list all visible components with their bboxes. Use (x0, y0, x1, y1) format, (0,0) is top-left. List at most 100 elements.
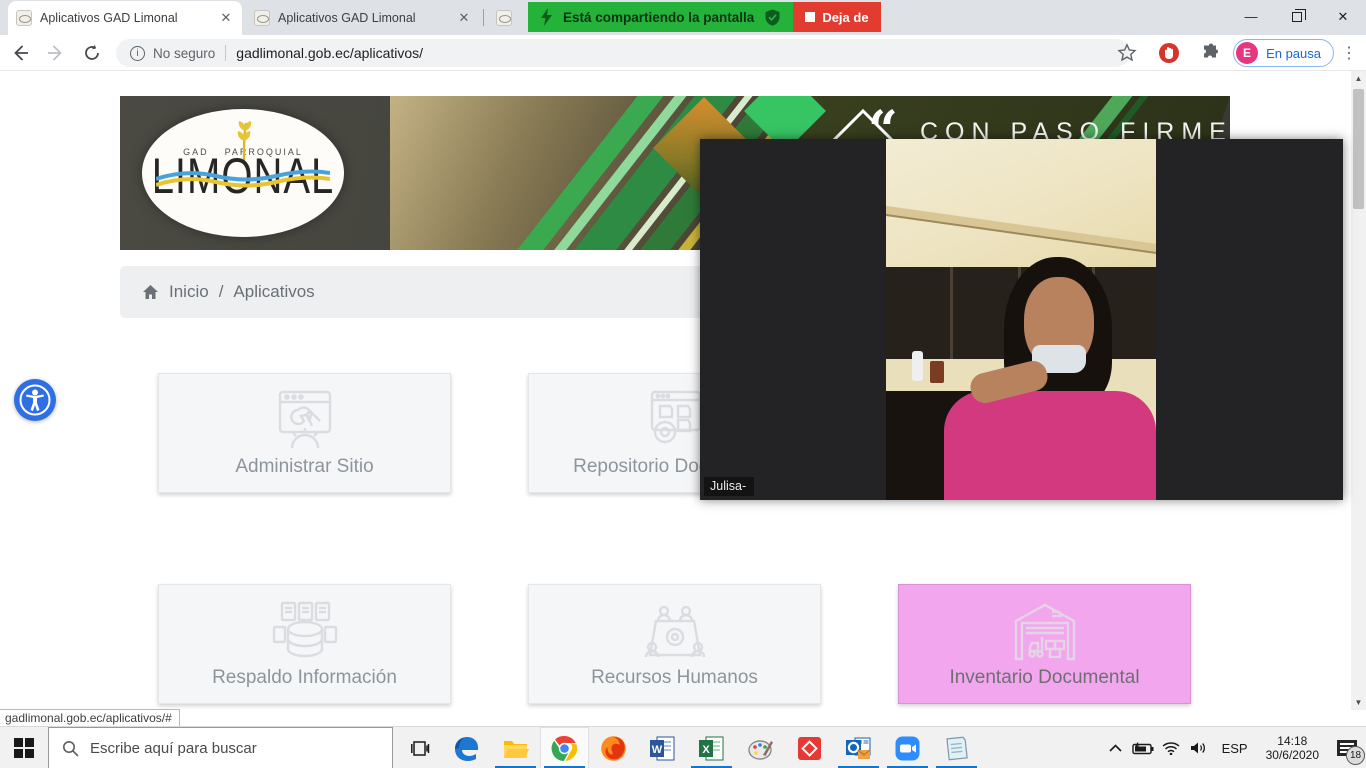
tab-divider (483, 9, 484, 26)
windows-logo-icon (14, 738, 34, 758)
refresh-icon (83, 44, 101, 62)
site-favicon (496, 10, 512, 26)
tab-partial-3[interactable]: E (488, 1, 528, 35)
bolt-icon (540, 8, 553, 26)
page-scrollbar[interactable]: ▲ ▼ (1351, 71, 1366, 710)
tray-expand-button[interactable] (1103, 727, 1129, 768)
participant-video (886, 139, 1156, 500)
url-text[interactable]: gadlimonal.gob.ec/aplicativos/ (236, 45, 423, 61)
profile-status-label: En pausa (1266, 46, 1321, 61)
task-view-button[interactable] (398, 727, 442, 768)
profile-chip[interactable]: E En pausa (1233, 39, 1334, 67)
tab-strip: Aplicativos GAD Limonal ✕ Aplicativos GA… (0, 0, 1366, 35)
card-administrar-sitio[interactable]: Administrar Sitio (158, 373, 451, 493)
action-center-button[interactable]: 18 (1328, 727, 1366, 768)
minimize-button[interactable]: — (1228, 0, 1274, 33)
card-respaldo-informacion[interactable]: Respaldo Información (158, 584, 451, 704)
site-favicon (16, 10, 32, 26)
taskbar-chrome[interactable] (540, 727, 589, 768)
outlook-icon (845, 735, 872, 762)
refresh-button[interactable] (76, 37, 108, 69)
card-inventario-documental[interactable]: Inventario Documental (898, 584, 1191, 704)
wifi-icon (1162, 741, 1180, 755)
hr-icon (638, 601, 712, 663)
warehouse-icon (1008, 601, 1082, 663)
taskbar-excel[interactable]: X (687, 727, 736, 768)
taskbar-edge[interactable] (442, 727, 491, 768)
system-tray: ESP 14:18 30/6/2020 18 (1103, 727, 1366, 768)
video-bottle (912, 351, 923, 381)
screen: Aplicativos GAD Limonal ✕ Aplicativos GA… (0, 0, 1366, 768)
toolbar-right: E En pausa ⋮ (1107, 35, 1366, 71)
tray-wifi[interactable] (1157, 727, 1185, 768)
logo-wave-icon (156, 165, 330, 191)
battery-icon (1132, 742, 1154, 755)
clock[interactable]: 14:18 30/6/2020 (1257, 727, 1328, 768)
adblock-hand-icon (1158, 42, 1180, 64)
language-indicator[interactable]: ESP (1213, 727, 1257, 768)
adblock-extension-button[interactable] (1153, 37, 1185, 69)
word-icon: W (649, 735, 676, 762)
home-icon[interactable] (142, 284, 159, 300)
taskbar-file-explorer[interactable] (491, 727, 540, 768)
participant-name-label: Julisa- (704, 477, 754, 496)
taskbar-paint[interactable] (736, 727, 785, 768)
url-divider (225, 45, 226, 61)
notification-badge: 18 (1346, 746, 1365, 765)
back-button[interactable] (4, 37, 36, 69)
tray-battery[interactable] (1129, 727, 1157, 768)
notepad-icon (943, 735, 970, 762)
tab-close-icon[interactable]: ✕ (456, 10, 472, 26)
tray-volume[interactable] (1185, 727, 1213, 768)
card-label: Recursos Humanos (591, 667, 758, 689)
tab-title: Aplicativos GAD Limonal (40, 11, 210, 25)
bookmark-button[interactable] (1111, 37, 1143, 69)
edge-icon (453, 735, 480, 762)
tab-aplicativos-1[interactable]: Aplicativos GAD Limonal ✕ (8, 1, 242, 35)
task-view-icon (411, 739, 430, 758)
star-icon (1117, 43, 1137, 63)
close-button[interactable]: ✕ (1320, 0, 1366, 33)
taskbar-red-app[interactable] (785, 727, 834, 768)
taskbar-firefox[interactable] (589, 727, 638, 768)
address-bar[interactable]: i No seguro gadlimonal.gob.ec/aplicativo… (116, 39, 1130, 67)
scrollbar-thumb[interactable] (1353, 89, 1364, 209)
svg-text:X: X (702, 744, 710, 756)
search-placeholder: Escribe aquí para buscar (90, 740, 257, 757)
speaker-icon (1190, 741, 1207, 755)
forward-button[interactable] (40, 37, 72, 69)
share-status: Está compartiendo la pantalla (528, 2, 793, 32)
start-button[interactable] (0, 727, 48, 768)
extensions-button[interactable] (1195, 37, 1227, 69)
scroll-down-icon[interactable]: ▼ (1351, 695, 1366, 710)
file-explorer-icon (502, 735, 529, 762)
stop-sharing-button[interactable]: Deja de (793, 2, 880, 32)
windows-taskbar: Escribe aquí para buscar (0, 726, 1366, 768)
clock-date: 30/6/2020 (1266, 748, 1319, 762)
browser-menu-button[interactable]: ⋮ (1340, 43, 1358, 63)
excel-icon: X (698, 735, 725, 762)
card-label: Administrar Sitio (235, 456, 373, 478)
stop-icon (805, 12, 815, 22)
tab-title: Aplicativos GAD Limonal (278, 11, 448, 25)
scroll-up-icon[interactable]: ▲ (1351, 71, 1366, 86)
video-call-overlay[interactable]: Julisa- (700, 139, 1343, 500)
taskbar-word[interactable]: W (638, 727, 687, 768)
taskbar-search[interactable]: Escribe aquí para buscar (48, 727, 393, 768)
taskbar-outlook[interactable] (834, 727, 883, 768)
card-recursos-humanos[interactable]: Recursos Humanos (528, 584, 821, 704)
taskbar-zoom[interactable] (883, 727, 932, 768)
taskbar-notepad[interactable] (932, 727, 981, 768)
restore-button[interactable] (1274, 0, 1320, 33)
video-desk-item (930, 361, 944, 383)
accessibility-widget-button[interactable] (14, 379, 56, 421)
page-info-icon[interactable]: i (130, 46, 145, 61)
screen-share-banner: Está compartiendo la pantalla Deja de (528, 2, 881, 32)
avatar: E (1236, 42, 1258, 64)
security-label: No seguro (153, 46, 215, 61)
forward-arrow-icon (46, 43, 66, 63)
breadcrumb-home[interactable]: Inicio (169, 282, 209, 302)
tab-close-icon[interactable]: ✕ (218, 10, 234, 26)
tab-aplicativos-2[interactable]: Aplicativos GAD Limonal ✕ (246, 1, 480, 35)
breadcrumb-separator: / (219, 282, 224, 302)
